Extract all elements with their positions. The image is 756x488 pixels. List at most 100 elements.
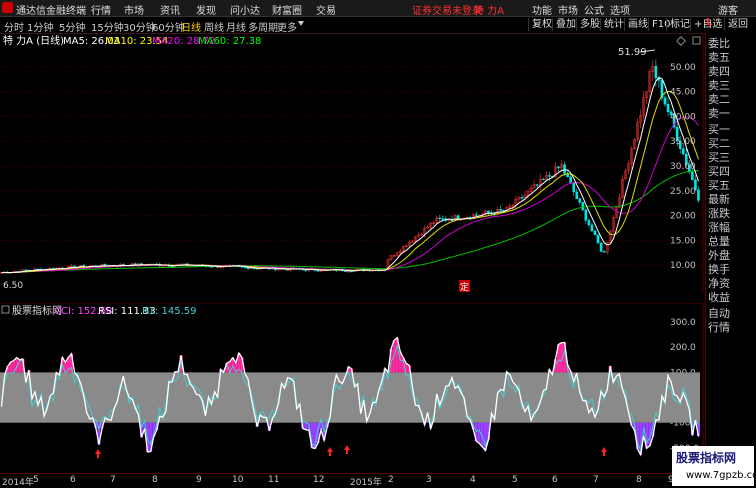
menu-jiaoyi[interactable]: 交易 [316, 2, 336, 17]
period-60min[interactable]: 60分钟 [152, 19, 185, 34]
menu-shichang-right[interactable]: 市场 [558, 2, 578, 17]
signal-arrows [95, 445, 607, 458]
side-item-buy3: 买三 [708, 151, 730, 164]
stats-button[interactable]: 统计 [600, 18, 627, 31]
time-label: 12 [313, 475, 325, 485]
menu-shichang[interactable]: 市场 [124, 2, 144, 17]
badge-l: L [706, 17, 713, 28]
period-toolbar: 分时 1分钟 5分钟 15分钟 30分钟 60分钟 日线 周线 月线 多周期 更… [0, 17, 756, 34]
candle-body [654, 65, 658, 79]
candle-body [599, 242, 603, 252]
time-label: 8 [152, 475, 158, 485]
time-label: 7 [110, 475, 116, 485]
candle-body [697, 189, 700, 201]
mark-button[interactable]: 标记 [666, 18, 693, 31]
period-multi[interactable]: 多周期 [248, 19, 278, 34]
k1-label: K1: 145.59 [142, 306, 196, 317]
side-item-sell1: 卖一 [708, 107, 730, 120]
side-item-quote[interactable]: 行情 [708, 321, 756, 335]
period-more[interactable]: 更多 [277, 19, 297, 34]
login-notice[interactable]: 证券交易未登录 [412, 2, 482, 17]
side-item-weibi: 委比 [708, 37, 730, 50]
period-15min[interactable]: 15分钟 [91, 19, 124, 34]
menu-bar: 通达信金融终端 行情 市场 资讯 发现 问小达 财富圈 交易 证券交易未登录 特… [0, 0, 756, 17]
menu-caifuquan[interactable]: 财富圈 [272, 2, 302, 17]
time-label: 5 [512, 475, 518, 485]
low-price-label: 6.50 [3, 281, 23, 291]
buy-signal-icon [327, 447, 333, 456]
menu-gongshi[interactable]: 公式 [584, 2, 604, 17]
side-item-buy2: 买二 [708, 137, 730, 150]
candle-body [587, 220, 591, 226]
ma5-line [1, 76, 699, 274]
price-tick: 35.00 [670, 137, 696, 147]
high-price-label: 51.99 [618, 47, 647, 58]
price-tick: 30.00 [670, 162, 696, 172]
period-30min[interactable]: 30分钟 [123, 19, 156, 34]
more-dropdown-icon[interactable] [298, 21, 304, 26]
menu-gongneng[interactable]: 功能 [532, 2, 552, 17]
time-label: 11 [268, 475, 280, 485]
side-item-buy5: 买五 [708, 179, 730, 192]
multi-stock-button[interactable]: 多股 [576, 18, 603, 31]
time-label: 2015年 [350, 478, 382, 488]
candle-body [666, 103, 670, 113]
candle-body [578, 198, 582, 203]
menu-hangqing[interactable]: 行情 [91, 2, 111, 17]
price-tick: 10.00 [670, 261, 696, 271]
side-item-sell5: 卖五 [708, 51, 730, 64]
candle-body [691, 171, 694, 180]
side-item-turnover: 换手 [708, 263, 730, 276]
overlay-button[interactable]: 叠加 [552, 18, 579, 31]
candle-body [563, 164, 566, 174]
draw-line-button[interactable]: 画线 [624, 18, 651, 31]
site-watermark: 股票指标网 www.7gpzb.com [672, 446, 756, 486]
period-daily[interactable]: 日线 [181, 19, 201, 34]
diamond-icon[interactable] [676, 36, 686, 46]
ma20-line [1, 116, 699, 274]
candle-body [474, 214, 478, 216]
side-item-sell3: 卖三 [708, 79, 730, 92]
time-label: 2 [388, 475, 394, 485]
period-weekly[interactable]: 周线 [204, 19, 224, 34]
maximize-icon[interactable] [692, 36, 701, 45]
candle-body [593, 230, 597, 236]
quote-side-panel: L 委比 卖五 卖四 卖三 卖二 卖一 买一 买二 买三 买四 买五 最新 涨跌… [705, 17, 756, 487]
candle-body [344, 270, 347, 272]
candle-body [557, 166, 560, 169]
side-item-netasset: 净资 [708, 277, 730, 290]
time-label: 8 [636, 475, 642, 485]
time-label: 3 [426, 475, 432, 485]
side-item-earnings: 收益 [708, 291, 730, 304]
period-1min[interactable]: 1分钟 [27, 19, 53, 34]
period-monthly[interactable]: 月线 [226, 19, 246, 34]
side-item-buy1: 买一 [708, 123, 730, 136]
time-axis: 2014年 5 6 7 8 9 10 11 12 2015年 2 3 4 5 6… [0, 473, 705, 488]
menu-zixun[interactable]: 资讯 [160, 2, 180, 17]
candle-body [575, 191, 579, 199]
menu-wenxiaoda[interactable]: 问小达 [230, 2, 260, 17]
fuquan-button[interactable]: 复权 [528, 18, 555, 31]
side-item-auto[interactable]: 自动 [708, 307, 756, 321]
side-item-outer: 外盘 [708, 249, 730, 262]
watermark-url: www.7gpzb.com [686, 470, 756, 481]
menu-faxian[interactable]: 发现 [196, 2, 216, 17]
panel-toggle-icon[interactable] [1, 305, 10, 314]
candle-body [602, 251, 606, 253]
watermark-title: 股票指标网 [676, 451, 737, 465]
price-tick: 15.00 [670, 236, 696, 246]
time-label: 9 [196, 475, 202, 485]
stock-name-label: 特 力A (日线) [3, 34, 64, 47]
menu-xuanxiang[interactable]: 选项 [610, 2, 630, 17]
guest-login[interactable]: 游客 [718, 2, 738, 17]
candle-body [581, 202, 585, 211]
time-label: 7 [593, 475, 599, 485]
period-5min[interactable]: 5分钟 [59, 19, 85, 34]
indicator-chart[interactable]: 300.0200.0100.00.00-100.0-200.0 股票指标网 CC… [0, 303, 705, 473]
kline-chart[interactable]: 50.00 45.00 40.00 35.00 30.00 25.00 20.00 15.00… [0, 33, 705, 293]
candle-body [590, 224, 594, 232]
candle-body [663, 97, 667, 105]
period-fenshi[interactable]: 分时 [4, 19, 24, 34]
candle-body [535, 184, 539, 186]
price-tick: 20.00 [670, 212, 696, 222]
